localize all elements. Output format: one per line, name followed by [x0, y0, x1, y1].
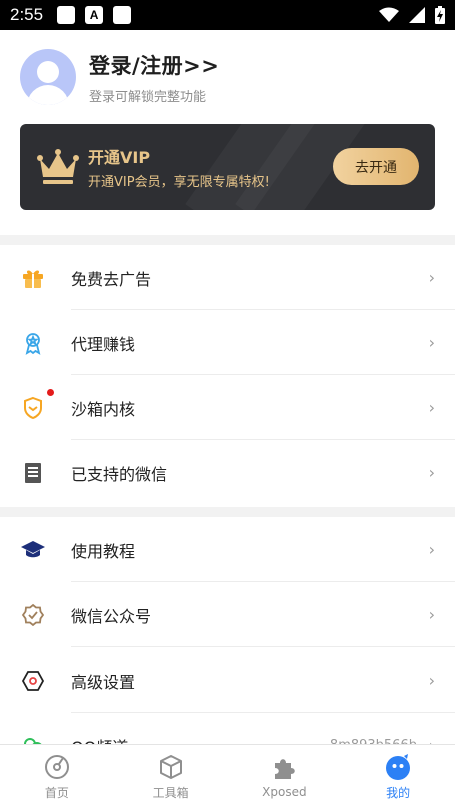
award-icon	[20, 330, 46, 356]
menu-item-label: 高级设置	[71, 672, 136, 692]
profile-face-icon	[384, 753, 412, 781]
signal-icon	[409, 7, 425, 23]
toolbox-cube-icon	[157, 753, 185, 781]
menu-item-agent-earn[interactable]: 代理赚钱 ›	[0, 310, 455, 375]
notification-square-icon-2	[113, 6, 132, 24]
menu-item-label: 已支持的微信	[71, 464, 168, 484]
menu-item-supported-wechat[interactable]: 已支持的微信 ›	[0, 440, 455, 505]
section-divider	[0, 235, 455, 245]
menu-item-wechat-official[interactable]: 微信公众号 ›	[0, 582, 455, 647]
chevron-right-icon: ›	[428, 333, 435, 352]
nav-label: 工具箱	[152, 785, 189, 800]
shield-icon	[20, 395, 46, 421]
avatar[interactable]	[20, 49, 76, 105]
battery-icon	[435, 6, 445, 24]
notification-square-icon	[57, 6, 76, 24]
nav-label: 我的	[386, 785, 411, 800]
chevron-right-icon: ›	[428, 463, 435, 482]
red-dot-badge	[47, 389, 54, 396]
menu-item-label: 免费去广告	[71, 269, 152, 289]
section-divider	[0, 507, 455, 517]
menu-item-label: 代理赚钱	[71, 334, 136, 354]
bottom-nav: 首页 工具箱 Xposed 我的	[0, 744, 455, 808]
hexagon-settings-icon	[20, 668, 46, 694]
puzzle-icon	[270, 754, 298, 782]
home-disc-icon	[43, 753, 71, 781]
badge-check-icon	[20, 602, 46, 628]
vip-title: 开通VIP	[88, 148, 151, 167]
chevron-right-icon: ›	[428, 605, 435, 624]
vip-subtitle: 开通VIP会员，享无限专属特权!	[88, 175, 270, 190]
menu-item-tutorial[interactable]: 使用教程 ›	[0, 517, 455, 582]
chevron-right-icon: ›	[428, 540, 435, 559]
chevron-right-icon: ›	[428, 671, 435, 690]
menu-item-label: 沙箱内核	[71, 399, 136, 419]
nav-home[interactable]: 首页	[0, 745, 114, 808]
graduation-cap-icon	[20, 537, 46, 563]
nav-xposed[interactable]: Xposed	[228, 745, 342, 808]
chevron-right-icon: ›	[428, 268, 435, 287]
wifi-icon	[379, 7, 399, 22]
document-icon	[20, 460, 46, 486]
nav-toolbox[interactable]: 工具箱	[114, 745, 228, 808]
menu-item-remove-ads[interactable]: 免费去广告 ›	[0, 245, 455, 310]
gift-icon	[20, 265, 46, 291]
login-register-link[interactable]: 登录/注册>>	[89, 50, 219, 80]
login-hint: 登录可解锁完整功能	[89, 89, 207, 105]
nav-label: 首页	[44, 785, 69, 800]
chevron-right-icon: ›	[428, 398, 435, 417]
menu-item-label: 使用教程	[71, 541, 136, 561]
menu-item-sandbox-kernel[interactable]: 沙箱内核 ›	[0, 375, 455, 440]
nav-mine[interactable]: 我的	[341, 745, 455, 808]
vip-card[interactable]: 开通VIP 开通VIP会员，享无限专属特权! 去开通	[20, 124, 435, 210]
status-time: 2:55	[10, 5, 44, 24]
nav-label: Xposed	[262, 785, 307, 799]
crown-icon	[37, 149, 79, 184]
menu-item-advanced-settings[interactable]: 高级设置 ›	[0, 648, 455, 713]
status-bar: 2:55 A	[0, 0, 455, 30]
menu-item-label: 微信公众号	[71, 606, 152, 626]
profile-header[interactable]: 登录/注册>> 登录可解锁完整功能	[20, 46, 435, 108]
open-vip-button[interactable]: 去开通	[333, 148, 419, 185]
app-notification-icon: A	[85, 6, 104, 24]
